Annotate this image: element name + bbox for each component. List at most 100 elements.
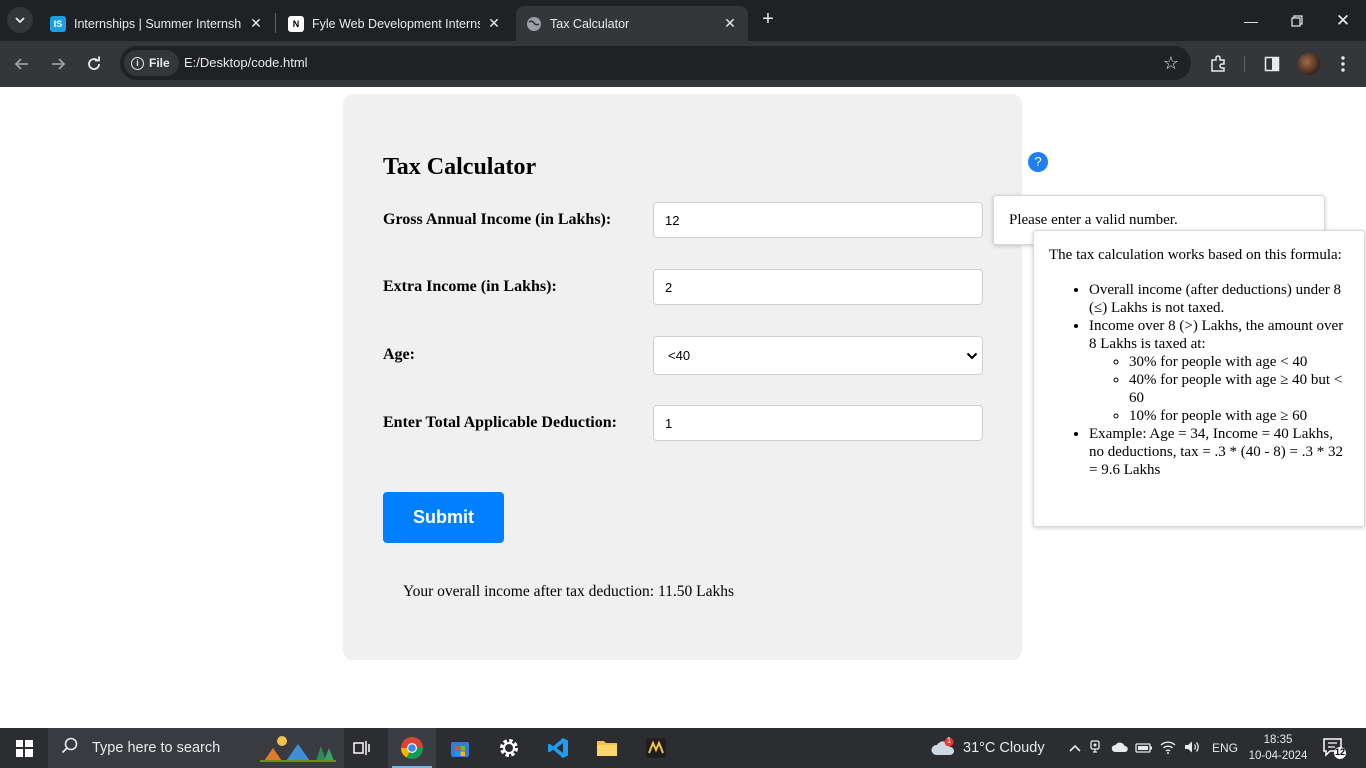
restore-button[interactable] [1274, 0, 1320, 41]
new-tab-button[interactable]: + [757, 9, 779, 31]
help-rules-list: Overall income (after deductions) under … [1049, 281, 1350, 479]
tab-internships[interactable]: IS Internships | Summer Internship ✕ [40, 6, 274, 41]
windows-logo-icon [15, 739, 33, 757]
help-rates-list: 30% for people with age < 40 40% for peo… [1089, 353, 1350, 425]
volume-icon[interactable] [1180, 740, 1204, 757]
close-window-button[interactable]: ✕ [1320, 0, 1366, 41]
age-label: Age: [383, 346, 415, 363]
restore-icon [1291, 14, 1303, 27]
file-explorer-button[interactable] [583, 728, 631, 768]
page-title: Tax Calculator [383, 154, 537, 180]
kebab-menu-icon [1341, 56, 1345, 72]
app-launcher-button[interactable] [632, 728, 680, 768]
windows-taskbar: Type here to search 1 31°C Cloudy ENG 18… [0, 728, 1366, 768]
camping-scene-icon [260, 736, 336, 762]
side-panel-icon [1264, 56, 1280, 72]
task-view-icon [353, 741, 370, 755]
battery-icon[interactable] [1132, 741, 1156, 756]
onedrive-icon[interactable] [1108, 741, 1132, 756]
forward-arrow-icon [52, 58, 66, 70]
extra-income-label: Extra Income (in Lakhs): [383, 278, 557, 295]
close-tab-icon[interactable]: ✕ [486, 15, 502, 32]
help-question-icon[interactable]: ? [1028, 152, 1048, 172]
weather-badge: 1 [946, 736, 952, 745]
chevron-down-icon [15, 17, 25, 24]
close-tab-icon[interactable]: ✕ [722, 15, 738, 32]
bookmark-star-icon[interactable]: ☆ [1163, 53, 1179, 74]
browser-toolbar: i File E:/Desktop/code.html ☆ [0, 41, 1366, 87]
url-text[interactable]: E:/Desktop/code.html [184, 55, 308, 70]
tab-tax-calculator[interactable]: Tax Calculator ✕ [516, 6, 748, 41]
help-rule-item: Overall income (after deductions) under … [1089, 281, 1350, 317]
help-rate-item: 30% for people with age < 40 [1129, 353, 1350, 371]
forward-button[interactable] [45, 51, 71, 77]
settings-button[interactable] [485, 728, 533, 768]
chrome-taskbar-button[interactable] [388, 728, 436, 768]
search-icon [61, 737, 81, 760]
help-example-item: Example: Age = 34, Income = 40 Lakhs, no… [1089, 425, 1350, 479]
app-logo-icon [646, 738, 666, 758]
taskbar-clock[interactable]: 18:35 10-04-2024 [1248, 732, 1308, 764]
chevron-up-icon[interactable] [1066, 741, 1084, 756]
extensions-button[interactable] [1205, 51, 1231, 77]
profile-avatar[interactable] [1298, 53, 1320, 75]
address-bar[interactable]: i File E:/Desktop/code.html ☆ [120, 46, 1191, 80]
back-arrow-icon [14, 58, 28, 70]
clock-time: 18:35 [1263, 734, 1293, 746]
vscode-button[interactable] [534, 728, 582, 768]
tab-search-button[interactable] [7, 7, 33, 33]
submit-button[interactable]: Submit [383, 492, 504, 543]
help-rule-item: Income over 8 (>) Lakhs, the amount over… [1089, 317, 1350, 425]
notion-favicon-icon: N [288, 15, 304, 32]
help-tooltip: The tax calculation works based on this … [1033, 230, 1365, 527]
vscode-icon [548, 738, 568, 758]
help-rate-item: 10% for people with age ≥ 60 [1129, 407, 1350, 425]
microsoft-store-button[interactable] [436, 728, 484, 768]
result-text: Your overall income after tax deduction:… [403, 583, 735, 600]
side-panel-button[interactable] [1259, 51, 1285, 77]
chrome-menu-button[interactable] [1330, 51, 1356, 77]
puzzle-icon [1211, 55, 1225, 72]
tab-divider [275, 13, 276, 33]
tab-fyle[interactable]: N Fyle Web Development Internshi ✕ [278, 6, 512, 41]
start-button[interactable] [0, 728, 48, 768]
notification-center-button[interactable]: 12 [1322, 736, 1346, 760]
deduction-input[interactable]: 1 [653, 405, 983, 441]
globe-icon [526, 16, 542, 32]
tab-title: Internships | Summer Internship [74, 16, 242, 31]
store-icon [451, 742, 469, 757]
tab-title: Fyle Web Development Internshi [312, 16, 480, 31]
minimize-button[interactable]: — [1228, 0, 1274, 41]
back-button[interactable] [9, 51, 35, 77]
reload-icon [88, 56, 100, 70]
gear-icon [500, 739, 518, 757]
gross-income-label: Gross Annual Income (in Lakhs): [383, 211, 612, 228]
notification-count: 12 [1334, 747, 1345, 757]
close-tab-icon[interactable]: ✕ [248, 15, 264, 32]
gross-income-input[interactable]: 12 [653, 202, 983, 238]
internshala-favicon-icon: IS [50, 15, 66, 32]
search-placeholder: Type here to search [92, 740, 221, 756]
weather-text: 31°C Cloudy [963, 740, 1045, 756]
clock-date: 10-04-2024 [1248, 750, 1308, 762]
tab-title: Tax Calculator [550, 16, 630, 31]
language-indicator[interactable]: ENG [1212, 741, 1238, 755]
age-selected-value: <40 [668, 348, 691, 363]
folder-icon [597, 741, 617, 756]
extra-income-input[interactable]: 2 [653, 269, 983, 305]
weather-widget[interactable]: 1 31°C Cloudy [930, 728, 1045, 768]
help-intro: The tax calculation works based on this … [1049, 247, 1342, 263]
webcam-icon[interactable] [1084, 739, 1108, 757]
deduction-label: Enter Total Applicable Deduction: [383, 414, 617, 431]
site-info-label: File [149, 56, 170, 70]
tab-strip: IS Internships | Summer Internship ✕ N F… [0, 0, 1366, 41]
taskbar-search-box[interactable]: Type here to search [48, 728, 344, 768]
system-tray: ENG [1066, 728, 1238, 768]
site-info-chip[interactable]: i File [124, 50, 179, 76]
chrome-icon [401, 737, 423, 759]
task-view-button[interactable] [338, 728, 386, 768]
chevron-down-icon [966, 352, 978, 359]
wifi-icon[interactable] [1156, 740, 1180, 757]
age-select[interactable]: <40 [653, 336, 983, 375]
reload-button[interactable] [81, 51, 107, 77]
